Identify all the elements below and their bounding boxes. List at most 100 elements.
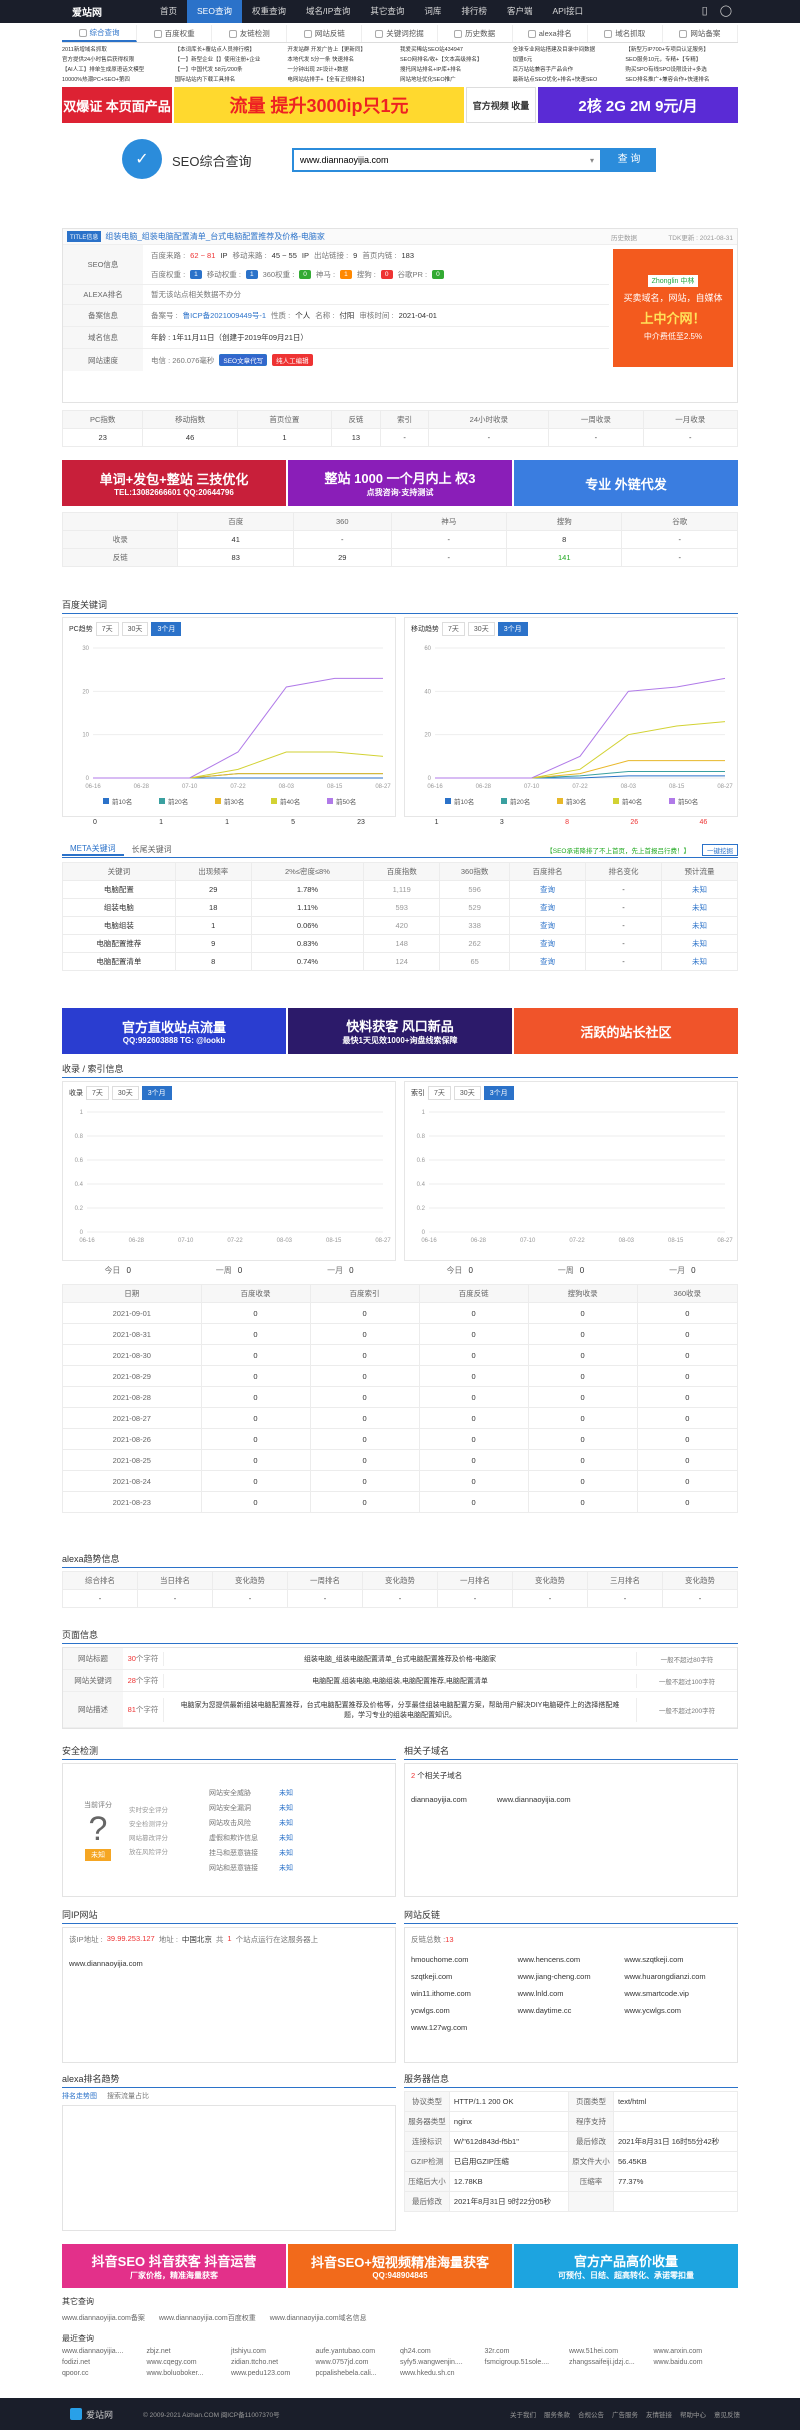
banner-banners3-1[interactable]: 快料获客 风口新品 最快1天见效1000+询盘线索保障 bbox=[288, 1008, 512, 1054]
backlink-item-9[interactable]: ycwlgs.com bbox=[411, 2006, 518, 2015]
backlink-item-0[interactable]: hmouchome.com bbox=[411, 1955, 518, 1964]
recent-link-11[interactable]: www.0757jd.com bbox=[316, 2359, 401, 2366]
phone-icon[interactable]: ▯ bbox=[702, 4, 708, 17]
recent-link-20[interactable]: www.hkedu.sh.cn bbox=[400, 2370, 485, 2377]
tool-tab-6[interactable]: alexa排名 bbox=[513, 25, 588, 42]
text-link-12[interactable]: 【AI人工】排单生成原语话文模型 bbox=[62, 66, 175, 74]
nav-item-6[interactable]: 排行榜 bbox=[451, 0, 497, 23]
top-banner[interactable]: 双爆证 本页面产品 流量 提升3000ip只1元 官方视频 收量 2核 2G 2… bbox=[62, 87, 738, 123]
footer-link-6[interactable]: 意见反馈 bbox=[714, 2409, 740, 2419]
backlink-item-4[interactable]: www.jiang-cheng.com bbox=[518, 1972, 625, 1981]
sameip-item-0[interactable]: www.diannaoyijia.com bbox=[69, 1959, 389, 1968]
recent-link-10[interactable]: zidian.ttcho.net bbox=[231, 2359, 316, 2366]
user-icon[interactable]: ◯ bbox=[720, 4, 732, 17]
text-link-18[interactable]: 10000%热潮PC+SEO+第四 bbox=[62, 76, 175, 84]
other-link-2[interactable]: www.diannaoyijia.com域名信息 bbox=[270, 2313, 367, 2323]
meta-cell-3-r[interactable]: 查询 bbox=[509, 934, 587, 953]
text-link-22[interactable]: 最新站点SEO优化+排名+快速SEO bbox=[513, 76, 626, 84]
text-link-19[interactable]: 国际站站内下载工具排名 bbox=[175, 76, 288, 84]
recent-link-22[interactable] bbox=[569, 2370, 654, 2377]
backlink-item-7[interactable]: www.lnld.com bbox=[518, 1989, 625, 1998]
rank-trend-link[interactable]: 排名走势图 bbox=[62, 2091, 97, 2101]
recent-link-23[interactable] bbox=[654, 2370, 739, 2377]
tab-meta-keywords[interactable]: META关键词 bbox=[62, 843, 124, 856]
text-link-17[interactable]: 购买SPO有线SPO设限设计+多选 bbox=[625, 66, 738, 74]
footer-link-5[interactable]: 帮助中心 bbox=[680, 2409, 706, 2419]
banner-banners4-1[interactable]: 抖音SEO+短视频精准海量获客 QQ:948904845 bbox=[288, 2244, 512, 2288]
pc-count-3[interactable]: 5 bbox=[291, 819, 295, 826]
recent-link-8[interactable]: fodizi.net bbox=[62, 2359, 147, 2366]
footer-link-2[interactable]: 合规公告 bbox=[578, 2409, 604, 2419]
banner-ad-4[interactable]: 2核 2G 2M 9元/月 bbox=[538, 87, 738, 123]
text-link-4[interactable]: 全球专业网站搭建及目录中间数据 bbox=[513, 46, 626, 54]
ip-value[interactable]: 39.99.253.127 bbox=[107, 1934, 155, 1945]
history-link[interactable]: 历史数据 bbox=[611, 232, 637, 242]
text-link-14[interactable]: 一分钟出现 2F设计+数据 bbox=[287, 66, 400, 74]
recent-link-1[interactable]: zbjz.net bbox=[147, 2348, 232, 2355]
search-input[interactable] bbox=[294, 150, 584, 170]
mb-count-0[interactable]: 1 bbox=[435, 819, 439, 826]
speed-tag-1[interactable]: SEO文章代写 bbox=[219, 354, 268, 366]
text-link-9[interactable]: SEO网排名/收+【文本高级排名】 bbox=[400, 56, 513, 64]
text-link-1[interactable]: 【本词库长+覆站点人员排行榜】 bbox=[175, 46, 288, 54]
backlink-item-6[interactable]: win11.ithome.com bbox=[411, 1989, 518, 1998]
nav-item-8[interactable]: API接口 bbox=[542, 0, 593, 23]
text-link-21[interactable]: 网站地址优化SEO推广 bbox=[400, 76, 513, 84]
chevron-down-icon[interactable]: ▾ bbox=[584, 156, 600, 165]
tool-tab-7[interactable]: 域名抓取 bbox=[588, 25, 663, 42]
recent-link-18[interactable]: www.pedu123.com bbox=[231, 2370, 316, 2377]
text-link-23[interactable]: SEO排名推广+兼容合作+快速排名 bbox=[625, 76, 738, 84]
recent-link-19[interactable]: pcpalishebela.cali... bbox=[316, 2370, 401, 2377]
footer-logo[interactable]: 爱站网 bbox=[70, 2408, 113, 2421]
recent-link-9[interactable]: www.cqegy.com bbox=[147, 2359, 232, 2366]
weight-badge-4[interactable]: 0 bbox=[380, 269, 393, 279]
footer-link-4[interactable]: 友情链接 bbox=[646, 2409, 672, 2419]
banner-ad-1[interactable]: 双爆证 本页面产品 bbox=[62, 87, 172, 123]
text-link-20[interactable]: 电网站站排手+【全有正规排名】 bbox=[287, 76, 400, 84]
tool-tab-2[interactable]: 友链检测 bbox=[212, 25, 288, 42]
text-link-6[interactable]: 官方提供24小时售后获得权限 bbox=[62, 56, 175, 64]
text-link-3[interactable]: 我爱买稀站SEO站434947 bbox=[400, 46, 513, 54]
banner-ad-3[interactable]: 官方视频 收量 bbox=[466, 87, 536, 123]
nav-item-5[interactable]: 词库 bbox=[414, 0, 451, 23]
footer-link-1[interactable]: 服务条款 bbox=[544, 2409, 570, 2419]
backlink-item-2[interactable]: www.szqtkeji.com bbox=[624, 1955, 731, 1964]
nav-item-2[interactable]: 权重查询 bbox=[242, 0, 296, 23]
search-button[interactable]: 查 询 bbox=[602, 148, 656, 172]
text-link-8[interactable]: 本地代发 5分一条 快速排名 bbox=[287, 56, 400, 64]
mine-button[interactable]: 一键挖掘 bbox=[702, 843, 738, 856]
mb-count-3[interactable]: 26 bbox=[630, 819, 638, 826]
weight-badge-0[interactable]: 1 bbox=[190, 269, 202, 279]
nav-item-1[interactable]: SEO查询 bbox=[187, 0, 242, 23]
backlink-item-10[interactable]: www.daytime.cc bbox=[518, 2006, 625, 2015]
nav-item-4[interactable]: 其它查询 bbox=[360, 0, 414, 23]
beian-no[interactable]: 鲁ICP备2021009449号-1 bbox=[183, 310, 266, 321]
meta-cell-2-r[interactable]: 查询 bbox=[509, 916, 587, 935]
recent-link-14[interactable]: zhangssaifeiji.jdzj.c... bbox=[569, 2359, 654, 2366]
banner-banners3-2[interactable]: 活跃的站长社区 bbox=[514, 1008, 738, 1054]
weight-badge-5[interactable]: 0 bbox=[432, 269, 444, 279]
site-logo[interactable]: 爱站网 bbox=[0, 4, 102, 19]
meta-cell-4-r[interactable]: 查询 bbox=[509, 952, 587, 971]
mb-count-4[interactable]: 46 bbox=[699, 819, 707, 826]
text-link-2[interactable]: 开发站群 开发广告上【更新同】 bbox=[287, 46, 400, 54]
text-link-15[interactable]: 搜托网站排名+IP库+排名 bbox=[400, 66, 513, 74]
recent-link-15[interactable]: www.baidu.com bbox=[654, 2359, 739, 2366]
text-link-7[interactable]: 【一】新型企业【】使用注册+企业 bbox=[175, 56, 288, 64]
banner-banners2-2[interactable]: 专业 外链代发 bbox=[514, 460, 738, 506]
nav-item-0[interactable]: 首页 bbox=[150, 0, 187, 23]
footer-link-3[interactable]: 广告服务 bbox=[612, 2409, 638, 2419]
page-title[interactable]: 组装电脑_组装电脑配置清单_台式电脑配置推荐及价格-电脑家 bbox=[105, 231, 325, 242]
subdomain-item-0[interactable]: diannaoyijia.com bbox=[411, 1795, 467, 1804]
banner-banners2-1[interactable]: 整站 1000 一个月内上 权3 点我咨询·支持测试 bbox=[288, 460, 512, 506]
tool-tab-4[interactable]: 关键词挖掘 bbox=[362, 25, 438, 42]
recent-link-17[interactable]: www.boluoboker... bbox=[147, 2370, 232, 2377]
pc-count-2[interactable]: 1 bbox=[225, 819, 229, 826]
tool-tab-8[interactable]: 网站备案 bbox=[663, 25, 738, 42]
recent-link-5[interactable]: 32r.com bbox=[485, 2348, 570, 2355]
weight-badge-1[interactable]: 1 bbox=[245, 269, 258, 279]
mb-count-1[interactable]: 3 bbox=[500, 819, 504, 826]
text-link-13[interactable]: 【一】中国代发 58元/200条 bbox=[175, 66, 288, 74]
tool-tab-5[interactable]: 历史数据 bbox=[438, 25, 513, 42]
pc-count-4[interactable]: 23 bbox=[357, 819, 365, 826]
